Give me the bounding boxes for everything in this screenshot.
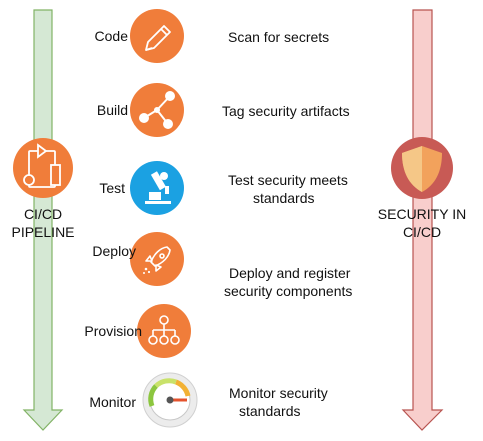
gauge-icon xyxy=(142,372,198,428)
desc-test-line1: Test security meets xyxy=(228,172,348,188)
rocket-icon xyxy=(130,232,184,286)
pipeline-title-line1: CI/CD xyxy=(23,206,63,222)
stage-label-provision: Provision xyxy=(84,323,142,339)
security-title: SECURITY IN CI/CD xyxy=(367,205,477,241)
security-title-line1: SECURITY IN xyxy=(377,206,467,222)
desc-monitor: Monitor security standards xyxy=(229,384,328,420)
desc-monitor-line1: Monitor security xyxy=(229,385,328,401)
stage-label-monitor: Monitor xyxy=(89,394,136,410)
desc-deploy-line1: Deploy and register xyxy=(229,265,351,281)
desc-deploy-line2: security components xyxy=(224,283,353,299)
pipeline-title-line2: PIPELINE xyxy=(11,224,75,240)
hierarchy-icon xyxy=(137,304,191,358)
microscope-icon xyxy=(130,161,184,215)
share-nodes-icon xyxy=(130,83,184,137)
desc-code: Scan for secrets xyxy=(228,28,329,46)
stage-label-code: Code xyxy=(94,28,128,44)
pencil-icon xyxy=(130,9,184,63)
stage-label-build: Build xyxy=(96,102,128,118)
desc-code-line1: Scan for secrets xyxy=(228,29,330,45)
desc-deploy: Deploy and register security components xyxy=(224,264,352,300)
stage-label-deploy: Deploy xyxy=(92,243,136,259)
desc-monitor-line2: standards xyxy=(239,403,301,419)
desc-build: Tag security artifacts xyxy=(222,102,350,120)
stage-label-test: Test xyxy=(99,180,125,196)
desc-test: Test security meets standards xyxy=(228,171,348,207)
desc-test-line2: standards xyxy=(253,190,315,206)
desc-build-line1: Tag security artifacts xyxy=(222,103,350,119)
security-title-line2: CI/CD xyxy=(402,224,442,240)
security-shield-icon xyxy=(391,137,453,199)
pipeline-title: CI/CD PIPELINE xyxy=(0,205,98,241)
